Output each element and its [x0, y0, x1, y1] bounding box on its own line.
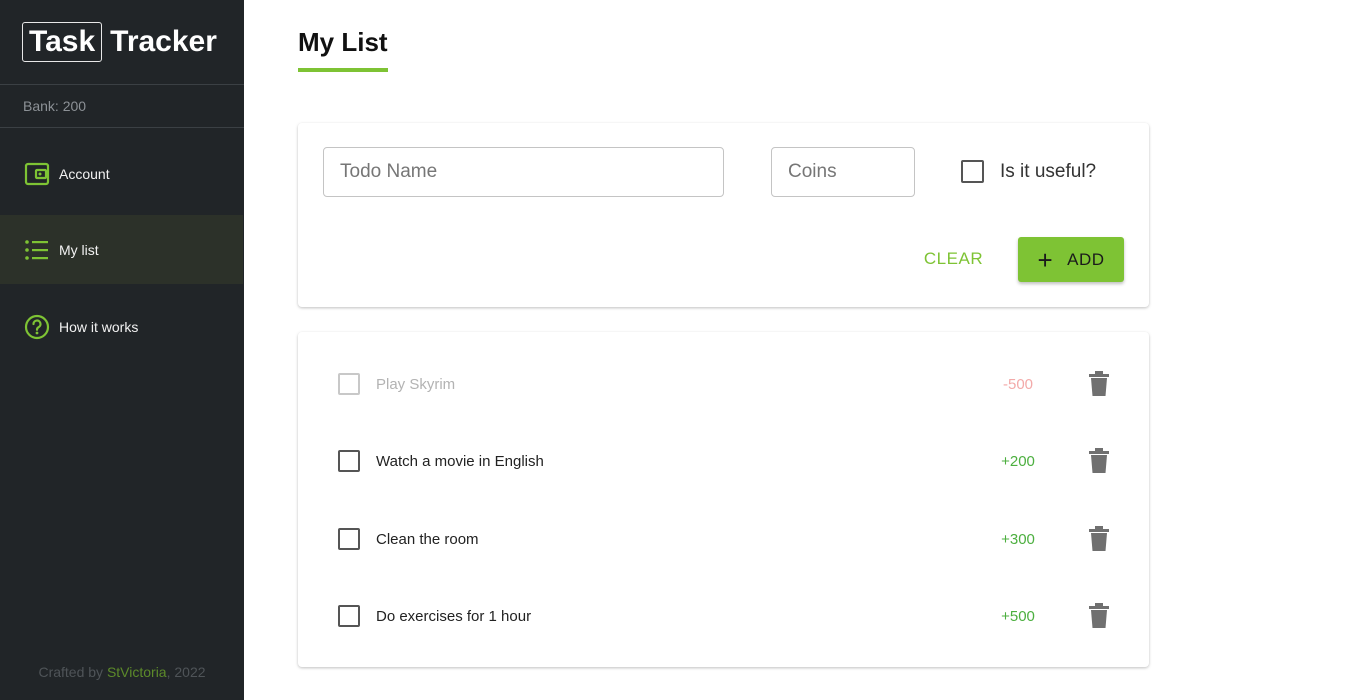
todo-item: Clean the room +300 [298, 519, 1149, 559]
trash-icon[interactable] [1088, 526, 1110, 552]
plus-icon: + [1037, 244, 1054, 275]
list-icon [24, 237, 50, 263]
main-content: My List Is it useful? CLEAR + ADD Play S… [244, 0, 1357, 700]
todo-coins: -500 [1002, 375, 1034, 393]
useful-checkbox[interactable]: Is it useful? [961, 160, 1096, 183]
question-circle-icon [24, 314, 50, 340]
page-title: My List [298, 27, 388, 57]
todo-checkbox[interactable] [338, 605, 360, 627]
add-todo-form: Is it useful? CLEAR + ADD [298, 123, 1149, 307]
sidebar-item-how-it-works[interactable]: How it works [0, 292, 243, 361]
add-button[interactable]: + ADD [1018, 237, 1124, 282]
todo-name: Do exercises for 1 hour [376, 607, 532, 625]
footer-author-link[interactable]: StVictoria [107, 664, 167, 680]
wallet-icon [24, 161, 50, 187]
trash-icon[interactable] [1088, 603, 1110, 629]
sidebar-item-label: How it works [59, 318, 139, 335]
checkbox-box[interactable] [961, 160, 984, 183]
todo-name-input[interactable] [323, 147, 724, 197]
bank-balance: Bank: 200 [0, 85, 244, 128]
todo-name: Play Skyrim [376, 375, 456, 393]
todo-name: Watch a movie in English [376, 452, 544, 470]
trash-icon[interactable] [1088, 371, 1110, 397]
sidebar-item-label: My list [59, 241, 99, 258]
todo-coins: +500 [1001, 607, 1035, 625]
clear-button[interactable]: CLEAR [916, 237, 991, 281]
todo-checkbox[interactable] [338, 528, 360, 550]
sidebar-item-label: Account [59, 165, 110, 182]
todo-checkbox[interactable] [338, 450, 360, 472]
title-underline [298, 68, 388, 72]
todo-item: Play Skyrim -500 [298, 364, 1149, 404]
add-button-label: ADD [1067, 249, 1105, 269]
todo-checkbox[interactable] [338, 373, 360, 395]
todo-item: Watch a movie in English +200 [298, 441, 1149, 481]
trash-icon[interactable] [1088, 448, 1110, 474]
sidebar-item-account[interactable]: Account [0, 139, 243, 208]
sidebar: Task Tracker Bank: 200 Account My list H… [0, 0, 244, 700]
coins-input[interactable] [771, 147, 915, 197]
sidebar-item-my-list[interactable]: My list [0, 215, 243, 284]
app-logo[interactable]: Task Tracker [0, 0, 244, 85]
logo-text: Tracker [110, 25, 217, 58]
todo-list: Play Skyrim -500 Watch a movie in Englis… [298, 332, 1149, 667]
todo-name: Clean the room [376, 530, 479, 548]
footer-suffix: , 2022 [166, 664, 206, 680]
logo-box-text: Task [22, 22, 103, 62]
todo-item: Do exercises for 1 hour +500 [298, 596, 1149, 636]
footer-credit: Crafted by StVictoria, 2022 [0, 664, 244, 680]
footer-prefix: Crafted by [38, 664, 107, 680]
todo-coins: +200 [1001, 452, 1035, 470]
useful-label: Is it useful? [1000, 160, 1097, 182]
todo-coins: +300 [1001, 530, 1035, 548]
